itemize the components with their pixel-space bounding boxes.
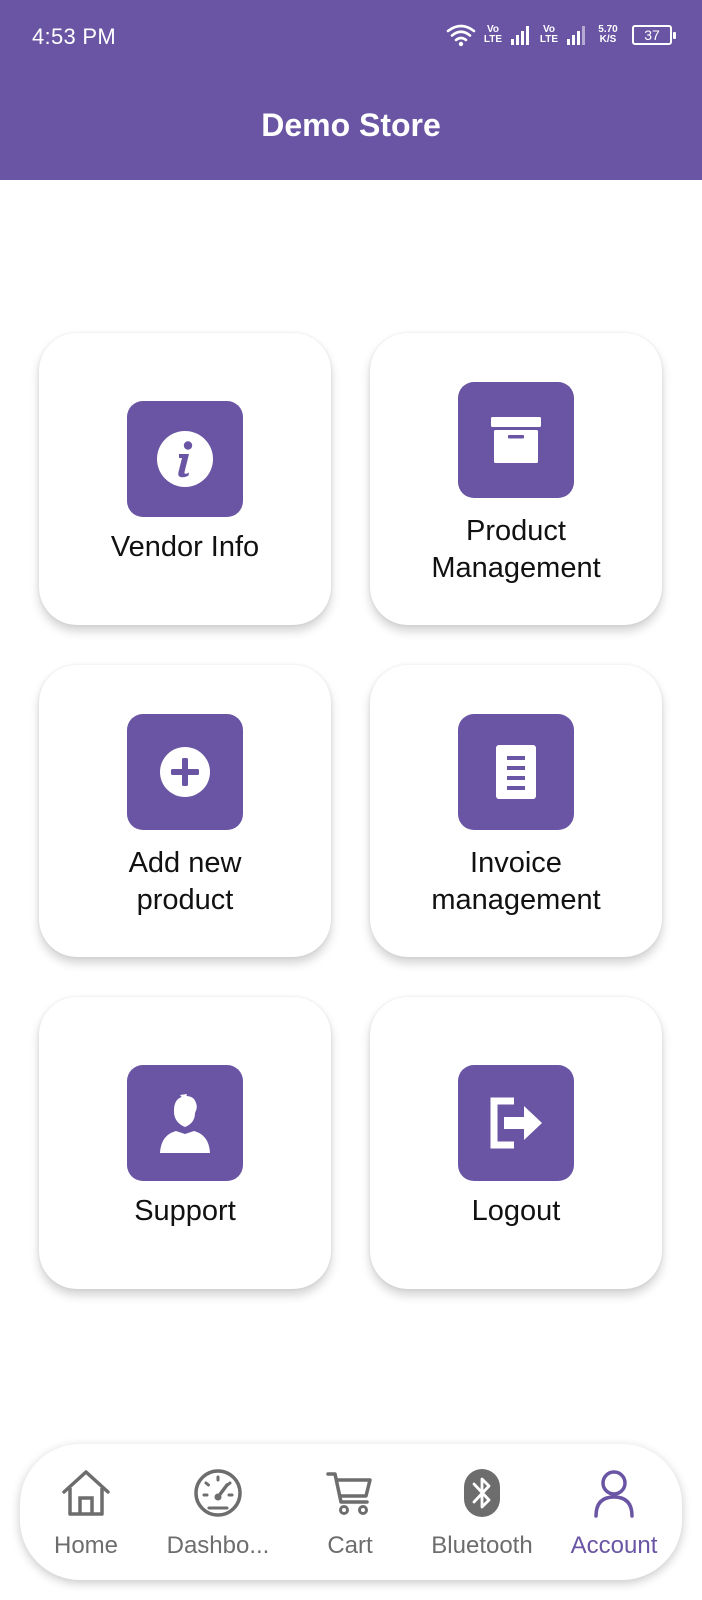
support-label: Support [134, 1195, 236, 1227]
status-time: 4:53 PM [32, 24, 117, 49]
account-icon [594, 1470, 634, 1518]
product-management-label-line2: Management [431, 552, 601, 584]
signal-icon [511, 26, 529, 45]
nav-dashboard-label: Dashbo... [166, 1532, 270, 1559]
battery-indicator: 37 [632, 25, 676, 45]
archive-box-icon [491, 417, 541, 463]
network-speed: 5.70 K/S [594, 25, 622, 45]
add-new-product-label: Add new product [39, 845, 331, 919]
add-new-product-label-line2: product [136, 884, 234, 916]
nav-account-label: Account [570, 1532, 658, 1559]
product-management-card[interactable]: Product Management [370, 333, 662, 625]
support-card[interactable]: Support [39, 997, 331, 1289]
product-management-icon-box [458, 382, 574, 498]
support-icon-box [127, 1065, 243, 1181]
add-new-product-label-line1: Add new [128, 847, 242, 879]
nav-cart-label: Cart [327, 1532, 373, 1559]
nav-home-icon-wrap [61, 1468, 111, 1518]
product-management-label-line1: Product [466, 515, 566, 547]
logout-icon-box [458, 1065, 574, 1181]
nav-bluetooth[interactable]: Bluetooth [416, 1444, 548, 1580]
info-icon [157, 431, 213, 487]
nav-cart[interactable]: Cart [284, 1444, 416, 1580]
nav-home[interactable]: Home [20, 1444, 152, 1580]
vendor-info-label: Vendor Info [110, 531, 260, 563]
nav-dashboard[interactable]: Dashbo... [152, 1444, 284, 1580]
page-title: Demo Store [261, 107, 441, 143]
bluetooth-icon [464, 1469, 500, 1517]
network-speed-unit: K/S [599, 34, 617, 45]
speedometer-icon [194, 1469, 242, 1517]
invoice-management-label-line1: Invoice [470, 847, 562, 879]
plus-circle-icon [160, 747, 210, 797]
add-new-product-card[interactable]: Add new product [39, 665, 331, 957]
home-icon [62, 1470, 110, 1516]
invoice-management-label-line2: management [431, 884, 601, 916]
wifi-icon [446, 24, 476, 47]
bottom-navigation: Home Dashbo... Cart Bluetooth Account [20, 1444, 682, 1580]
nav-cart-icon-wrap [325, 1468, 375, 1518]
nav-account[interactable]: Account [548, 1444, 680, 1580]
status-bar: 4:53 PM Vo LTE Vo LTE 5.70 K/S 37 [0, 0, 702, 72]
nav-home-label: Home [53, 1532, 119, 1559]
nav-bluetooth-icon-wrap [457, 1468, 507, 1518]
logout-icon [490, 1097, 542, 1149]
status-icons: Vo LTE Vo LTE 5.70 K/S 37 [446, 20, 676, 50]
logout-label: Logout [471, 1195, 561, 1227]
vendor-info-icon-box [127, 401, 243, 517]
document-icon [496, 745, 536, 799]
vendor-info-card[interactable]: Vendor Info [39, 333, 331, 625]
invoice-management-icon-box [458, 714, 574, 830]
product-management-label: Product Management [370, 513, 662, 587]
nav-account-icon-wrap [589, 1468, 639, 1518]
nav-dashboard-icon-wrap [193, 1468, 243, 1518]
cart-icon [326, 1472, 372, 1515]
signal-icon-2 [567, 26, 585, 45]
network-volte-1: Vo LTE [483, 24, 503, 45]
network-volte-2: Vo LTE [539, 24, 559, 45]
invoice-management-card[interactable]: Invoice management [370, 665, 662, 957]
person-icon [160, 1094, 210, 1153]
app-header: 4:53 PM Vo LTE Vo LTE 5.70 K/S 37 Demo S… [0, 0, 702, 180]
nav-bluetooth-label: Bluetooth [431, 1532, 533, 1559]
add-new-product-icon-box [127, 714, 243, 830]
logout-card[interactable]: Logout [370, 997, 662, 1289]
invoice-management-label: Invoice management [370, 845, 662, 919]
